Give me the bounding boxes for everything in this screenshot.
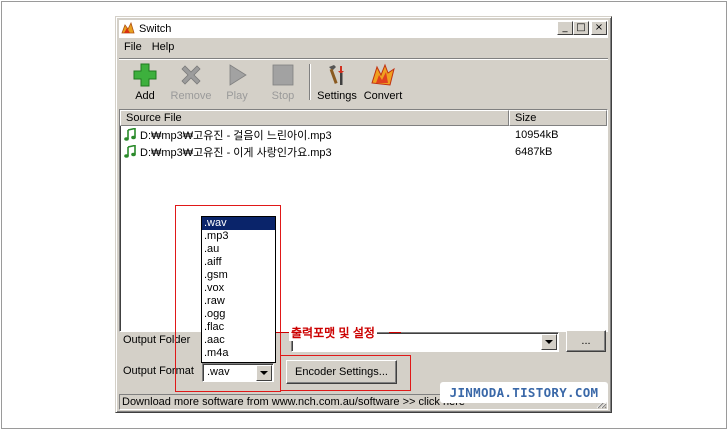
title-bar[interactable]: Switch _ □ × bbox=[119, 20, 608, 38]
convert-label: Convert bbox=[363, 90, 403, 102]
stop-label: Stop bbox=[271, 90, 295, 102]
play-icon bbox=[229, 64, 247, 86]
maximize-button[interactable]: □ bbox=[573, 21, 589, 35]
column-source-file[interactable]: Source File bbox=[120, 110, 509, 126]
settings-button[interactable]: Settings bbox=[314, 61, 360, 105]
menu-bar: File Help bbox=[119, 40, 179, 57]
add-button[interactable]: Add bbox=[122, 61, 168, 105]
settings-label: Settings bbox=[317, 90, 357, 102]
tools-icon bbox=[329, 65, 344, 85]
annotation-leader-right bbox=[389, 332, 401, 333]
music-note-icon bbox=[124, 145, 136, 158]
window-title: Switch bbox=[139, 23, 172, 35]
file-size: 6487kB bbox=[515, 145, 553, 158]
annotation-box-encoder bbox=[280, 355, 411, 391]
annotation-label: 출력포맷 및 설정 bbox=[289, 324, 377, 341]
annotation-box-format-list bbox=[175, 205, 281, 392]
menu-help[interactable]: Help bbox=[147, 40, 180, 57]
toolbar-divider bbox=[309, 64, 311, 100]
plus-icon bbox=[133, 63, 157, 87]
close-button[interactable]: × bbox=[591, 21, 607, 35]
convert-icon bbox=[371, 63, 395, 86]
music-note-icon bbox=[124, 128, 136, 141]
list-item[interactable]: D:₩mp3₩고유진 - 걸음이 느린아이.mp3 10954kB bbox=[120, 126, 607, 143]
x-icon bbox=[181, 65, 201, 85]
list-item[interactable]: D:₩mp3₩고유진 - 이게 사랑인가요.mp3 6487kB bbox=[120, 143, 607, 160]
stop-button[interactable]: Stop bbox=[260, 61, 306, 105]
column-size[interactable]: Size bbox=[509, 110, 607, 126]
menu-file[interactable]: File bbox=[119, 40, 147, 57]
file-size: 10954kB bbox=[515, 128, 559, 141]
stop-icon bbox=[272, 64, 294, 86]
output-folder-dropdown-button[interactable] bbox=[541, 334, 557, 350]
watermark: JINMODA.TISTORY.COM bbox=[440, 382, 608, 403]
file-name-cell: D:₩mp3₩고유진 - 이게 사랑인가요.mp3 bbox=[120, 144, 509, 160]
remove-button[interactable]: Remove bbox=[168, 61, 214, 105]
play-button[interactable]: Play bbox=[214, 61, 260, 105]
browse-button[interactable]: ... bbox=[566, 330, 606, 352]
convert-button[interactable]: Convert bbox=[360, 61, 406, 105]
file-name: D:₩mp3₩고유진 - 이게 사랑인가요.mp3 bbox=[140, 146, 332, 159]
annotation-leader-left bbox=[276, 332, 289, 333]
minimize-button[interactable]: _ bbox=[557, 21, 573, 35]
add-label: Add bbox=[135, 90, 155, 102]
file-name: D:₩mp3₩고유진 - 걸음이 느린아이.mp3 bbox=[140, 129, 332, 142]
play-label: Play bbox=[226, 90, 248, 102]
switch-app-icon bbox=[121, 22, 135, 34]
window-controls: _ □ × bbox=[557, 21, 607, 35]
chevron-down-icon bbox=[545, 340, 553, 344]
file-name-cell: D:₩mp3₩고유진 - 걸음이 느린아이.mp3 bbox=[120, 127, 509, 143]
menu-separator bbox=[119, 58, 608, 60]
list-header: Source File Size bbox=[120, 110, 607, 126]
toolbar: Add Remove Play Stop Settings Convert bbox=[122, 61, 406, 107]
remove-label: Remove bbox=[170, 90, 212, 102]
status-text[interactable]: Download more software from www.nch.com.… bbox=[122, 396, 465, 408]
